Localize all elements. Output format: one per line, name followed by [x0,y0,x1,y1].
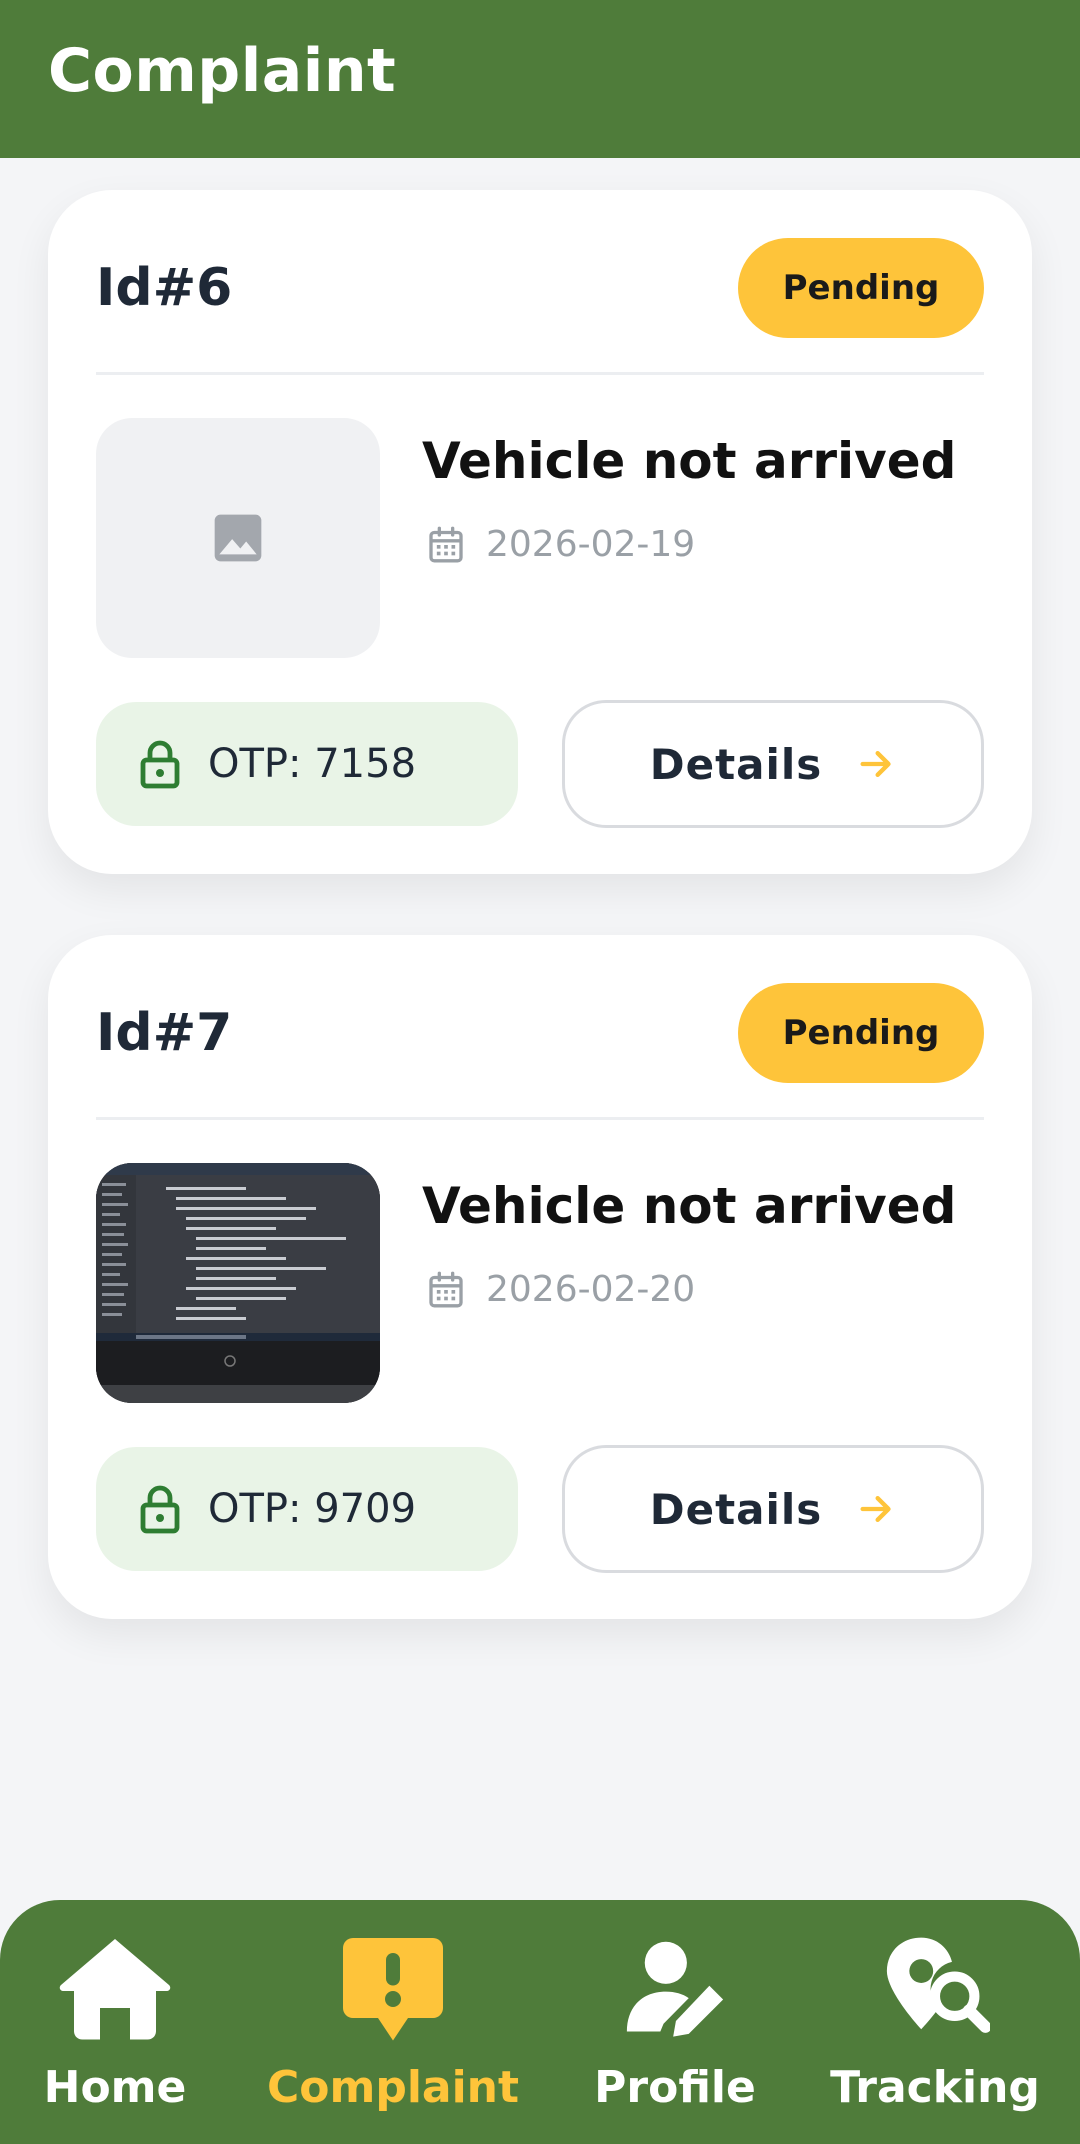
lock-icon [140,740,180,789]
nav-item-tracking[interactable]: Tracking [830,1900,1040,2144]
details-button[interactable]: Details [562,1445,984,1573]
divider [96,1117,984,1120]
complaint-date: 2026-02-20 [486,1269,696,1310]
status-badge: Pending [738,983,984,1083]
complaint-thumbnail[interactable] [96,418,380,658]
otp-box: OTP: 9709 [96,1447,518,1571]
home-icon [59,1939,171,2040]
date-row: 2026-02-20 [426,1269,695,1310]
arrow-right-icon [860,751,891,777]
otp-box: OTP: 7158 [96,702,518,826]
calendar-icon [429,526,463,562]
complaint-title: Vehicle not arrived [422,432,957,490]
bottom-nav: Home Complaint Profile Tracking [0,1900,1080,2144]
nav-label-profile: Profile [594,2062,756,2113]
details-label: Details [649,739,823,789]
calendar-icon [429,1271,463,1307]
divider [96,372,984,375]
complaint-id: Id#7 [96,1003,233,1063]
nav-label-complaint: Complaint [266,2062,520,2113]
complaint-id: Id#6 [96,258,233,318]
nav-item-complaint[interactable]: Complaint [258,1900,528,2144]
otp-text: OTP: 7158 [208,741,417,787]
date-row: 2026-02-19 [426,524,695,565]
nav-item-home[interactable]: Home [20,1900,210,2144]
complaint-card: Id#6 Pending Vehicle not arrived 2026-02… [48,190,1032,874]
arrow-right-icon [860,1496,891,1522]
laptop-screen-photo [96,1163,380,1403]
image-placeholder-icon [214,514,262,562]
details-button[interactable]: Details [562,700,984,828]
complaint-date: 2026-02-19 [486,524,696,565]
nav-label-home: Home [43,2062,187,2113]
otp-text: OTP: 9709 [208,1486,417,1532]
complaint-card: Id#7 Pending Vehicle not arrived 2026-02… [48,935,1032,1619]
complaint-alert-icon [343,1938,443,2041]
lock-icon [140,1485,180,1534]
complaint-title: Vehicle not arrived [422,1177,957,1235]
complaint-thumbnail[interactable] [96,1163,380,1403]
details-label: Details [649,1484,823,1534]
status-badge: Pending [738,238,984,338]
profile-edit-icon [626,1941,724,2037]
nav-label-tracking: Tracking [830,2062,1040,2113]
nav-item-profile[interactable]: Profile [580,1900,770,2144]
location-search-icon [886,1937,990,2033]
page-title: Complaint [48,36,397,106]
app-bar: Complaint [0,0,1080,158]
